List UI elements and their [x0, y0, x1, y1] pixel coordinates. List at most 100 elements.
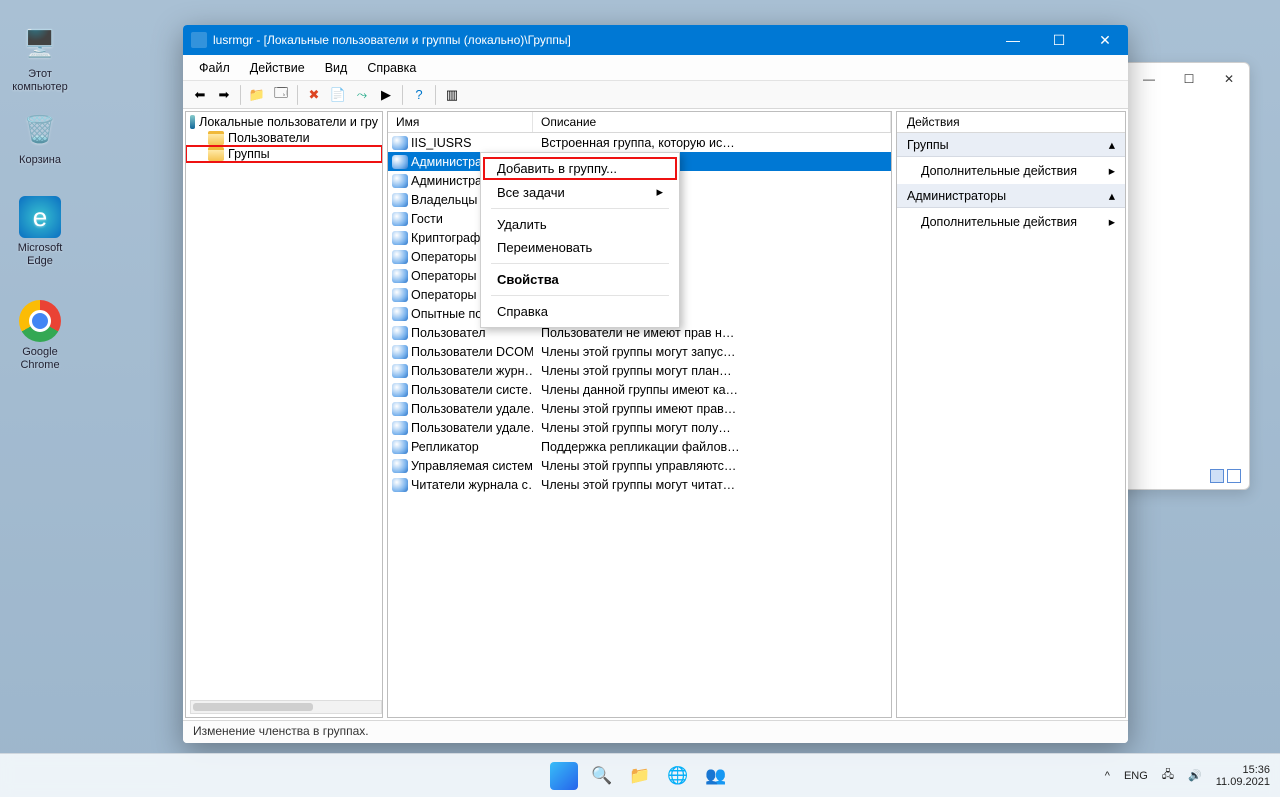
context-item[interactable]: Удалить	[483, 213, 677, 236]
folder-icon	[208, 147, 224, 161]
col-desc[interactable]: Описание	[533, 112, 891, 132]
context-item[interactable]: Все задачи▸	[483, 180, 677, 204]
col-name[interactable]: Имя	[388, 112, 533, 132]
monitor-icon: 🖥️	[19, 22, 61, 64]
context-item[interactable]: Свойства	[483, 268, 677, 291]
list-view-icon[interactable]: ▥	[441, 84, 463, 106]
chevron-right-icon: ▸	[656, 184, 663, 200]
export-icon[interactable]: ⤳	[351, 84, 373, 106]
group-row[interactable]: Пользователи DCOMЧлены этой группы могут…	[388, 342, 891, 361]
tray-network-icon[interactable]: 🖧	[1162, 766, 1174, 785]
group-icon	[392, 231, 408, 245]
separator	[491, 263, 669, 264]
minimize-button[interactable]: —	[990, 25, 1036, 55]
collapse-icon: ▴	[1109, 137, 1115, 152]
app-icon	[191, 32, 207, 48]
separator	[240, 85, 241, 105]
desktop-icon-chrome[interactable]: Google Chrome	[2, 300, 78, 372]
group-icon	[392, 383, 408, 397]
delete-icon[interactable]: ✖	[303, 84, 325, 106]
start-button[interactable]	[550, 762, 578, 790]
close-button[interactable]: ✕	[1209, 65, 1249, 93]
actions-pane: Действия Группы▴ Дополнительные действия…	[896, 111, 1126, 718]
group-icon	[392, 326, 408, 340]
tree-pane: Локальные пользователи и гру Пользовател…	[185, 111, 383, 718]
tree-item-groups[interactable]: Группы	[186, 146, 382, 162]
separator	[297, 85, 298, 105]
taskbar: 🔍 📁 🌐 👥 ^ ENG 🖧 🔊 15:36 11.09.2021	[0, 753, 1280, 797]
context-item[interactable]: Добавить в группу...	[483, 157, 677, 180]
group-row[interactable]: Управляемая систем…Члены этой группы упр…	[388, 456, 891, 475]
actions-header: Действия	[897, 112, 1125, 133]
chrome-icon	[19, 300, 61, 342]
context-menu: Добавить в группу...Все задачи▸ УдалитьПе…	[480, 152, 680, 328]
forward-icon[interactable]: ➡	[213, 84, 235, 106]
tray-language[interactable]: ENG	[1124, 770, 1148, 782]
close-button[interactable]: ✕	[1082, 25, 1128, 55]
context-item[interactable]: Справка	[483, 300, 677, 323]
tree-item-users[interactable]: Пользователи	[186, 130, 382, 146]
separator	[435, 85, 436, 105]
horizontal-scrollbar[interactable]	[190, 700, 382, 714]
statusbar: Изменение членства в группах.	[183, 721, 1128, 743]
view-mode-icon[interactable]	[1210, 469, 1224, 483]
view-mode-icon[interactable]	[1227, 469, 1241, 483]
group-row[interactable]: Пользователи удале…Члены этой группы име…	[388, 399, 891, 418]
maximize-button[interactable]: ☐	[1036, 25, 1082, 55]
tray-clock[interactable]: 15:36 11.09.2021	[1216, 764, 1270, 788]
tree-root[interactable]: Локальные пользователи и гру	[186, 114, 382, 130]
menu-help[interactable]: Справка	[359, 58, 424, 78]
group-row[interactable]: Пользователи журн…Члены этой группы могу…	[388, 361, 891, 380]
minimize-button[interactable]: —	[1129, 65, 1169, 93]
group-row[interactable]: Пользователи удале…Члены этой группы мог…	[388, 418, 891, 437]
computer-icon	[190, 115, 195, 129]
desktop-icon-recycle[interactable]: 🗑️Корзина	[2, 108, 78, 167]
maximize-button[interactable]: ☐	[1169, 65, 1209, 93]
group-icon	[392, 307, 408, 321]
run-icon[interactable]: ▶	[375, 84, 397, 106]
menu-action[interactable]: Действие	[242, 58, 313, 78]
desktop-icon-this-pc[interactable]: 🖥️Этот компьютер	[2, 22, 78, 94]
group-icon	[392, 421, 408, 435]
system-tray: ^ ENG 🖧 🔊 15:36 11.09.2021	[1105, 764, 1270, 788]
edge-icon[interactable]: 🌐	[664, 762, 692, 790]
group-icon	[392, 174, 408, 188]
group-row[interactable]: Читатели журнала с…Члены этой группы мог…	[388, 475, 891, 494]
column-headers: Имя Описание	[388, 112, 891, 133]
separator	[402, 85, 403, 105]
tray-volume-icon[interactable]: 🔊	[1188, 769, 1202, 782]
properties-icon[interactable]: 🗔	[270, 84, 292, 106]
group-row[interactable]: РепликаторПоддержка репликации файлов…	[388, 437, 891, 456]
group-icon	[392, 136, 408, 150]
group-icon	[392, 345, 408, 359]
recycle-icon: 🗑️	[19, 108, 61, 150]
search-icon[interactable]: 🔍	[588, 762, 616, 790]
group-icon	[392, 478, 408, 492]
group-row[interactable]: IIS_IUSRSВстроенная группа, которую ис…	[388, 133, 891, 152]
action-section-admins[interactable]: Администраторы▴	[897, 184, 1125, 208]
lusrmgr-window: lusrmgr - [Локальные пользователи и груп…	[183, 25, 1128, 743]
titlebar[interactable]: lusrmgr - [Локальные пользователи и груп…	[183, 25, 1128, 55]
group-icon	[392, 459, 408, 473]
explorer-icon[interactable]: 📁	[626, 762, 654, 790]
refresh-icon[interactable]: 📄	[327, 84, 349, 106]
group-icon	[392, 193, 408, 207]
action-more[interactable]: Дополнительные действия▸	[897, 208, 1125, 235]
group-icon	[392, 402, 408, 416]
action-more[interactable]: Дополнительные действия▸	[897, 157, 1125, 184]
group-icon	[392, 269, 408, 283]
help-icon[interactable]: ?	[408, 84, 430, 106]
group-icon	[392, 288, 408, 302]
back-icon[interactable]: ⬅	[189, 84, 211, 106]
folder-up-icon[interactable]: 📁	[246, 84, 268, 106]
tray-chevron-icon[interactable]: ^	[1105, 770, 1110, 782]
collapse-icon: ▴	[1109, 188, 1115, 203]
menu-file[interactable]: Файл	[191, 58, 238, 78]
context-item[interactable]: Переименовать	[483, 236, 677, 259]
lusrmgr-icon[interactable]: 👥	[702, 762, 730, 790]
desktop-icon-edge[interactable]: eMicrosoft Edge	[2, 196, 78, 268]
menu-view[interactable]: Вид	[317, 58, 356, 78]
group-row[interactable]: Пользователи систе…Члены данной группы и…	[388, 380, 891, 399]
action-section-groups[interactable]: Группы▴	[897, 133, 1125, 157]
window-title: lusrmgr - [Локальные пользователи и груп…	[213, 33, 571, 47]
